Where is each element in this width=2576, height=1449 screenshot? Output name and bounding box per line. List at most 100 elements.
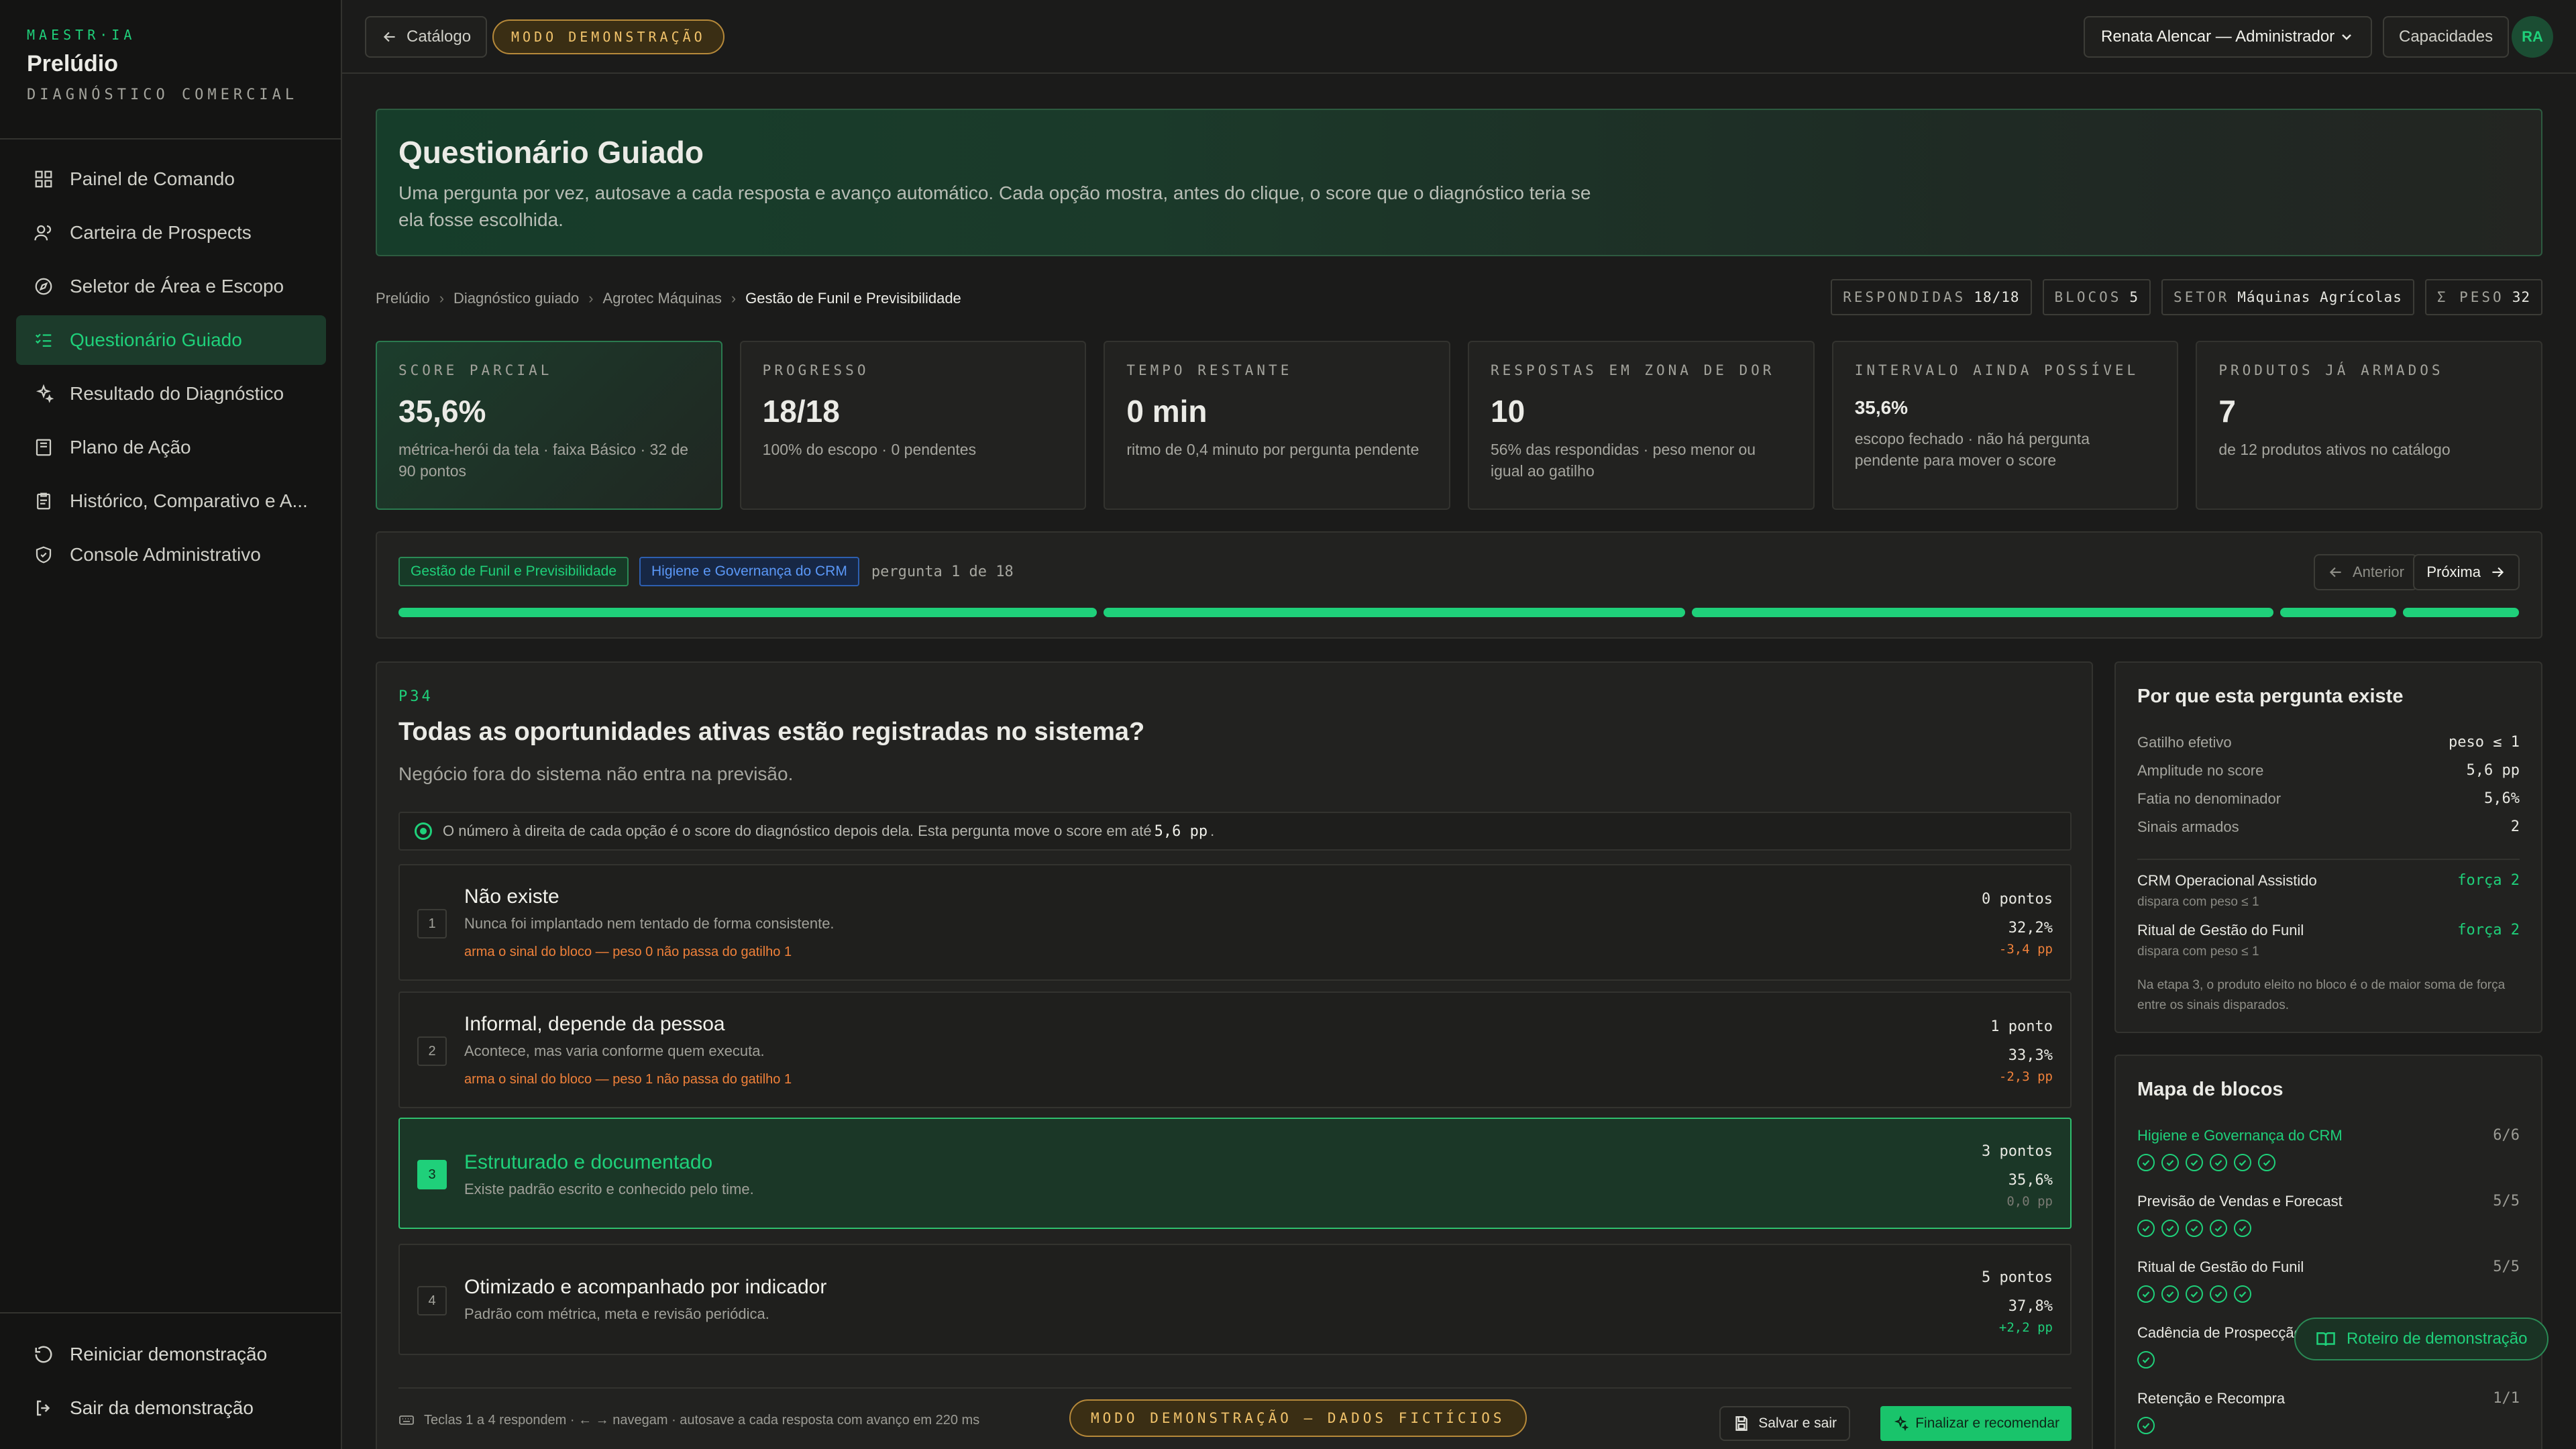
summary-chip: Σ PESO 32 (2424, 279, 2542, 315)
tag-current-block[interactable]: Gestão de Funil e Previsibilidade (398, 557, 629, 586)
sparkles-icon (1894, 1415, 1909, 1432)
block-map-item[interactable]: Ritual de Gestão do Funil 5/5 (2137, 1258, 2520, 1303)
kpi-value: 0 min (1126, 394, 1208, 429)
sparkles-icon (36, 384, 54, 403)
breadcrumb-item[interactable]: Agrotec Máquinas (603, 290, 722, 307)
why-metric-value: peso ≤ 1 (2449, 734, 2520, 751)
finish-and-recommend-button[interactable]: Finalizar e recomendar (1880, 1406, 2072, 1441)
brand-title: Prelúdio (27, 51, 119, 76)
kpi-value: 7 (2218, 394, 2236, 429)
option-description: Acontece, mas varia conforme quem execut… (464, 1042, 765, 1059)
kpi-label: SCORE PARCIAL (398, 362, 553, 378)
sidebar-item-seletor-de-rea-e-escopo[interactable]: Seletor de Área e Escopo (16, 262, 326, 311)
block-header: Previsão de Vendas e Forecast 5/5 (2137, 1193, 2520, 1210)
breadcrumb-item[interactable]: Prelúdio (376, 290, 430, 307)
signal-name: CRM Operacional Assistido (2137, 872, 2317, 889)
sidebar-item-label: Questionário Guiado (70, 329, 242, 350)
sidebar-item-painel-de-comando[interactable]: Painel de Comando (16, 154, 326, 204)
progress-segment (2403, 608, 2519, 617)
restart-demo-button[interactable]: Reiniciar demonstração (16, 1330, 326, 1379)
kpi-row: SCORE PARCIAL 35,6% métrica-herói da tela … (376, 341, 2543, 510)
option-points: 0 pontos (1982, 891, 2053, 908)
exit-demo-button[interactable]: Sair da demonstração (16, 1383, 326, 1433)
kpi-subtext: ritmo de 0,4 minuto por pergunta pendent… (1126, 441, 1419, 458)
users-icon (34, 225, 52, 241)
why-metric-row: Sinais armados 2 (2137, 818, 2520, 836)
kpi-card: INTERVALO AINDA POSSÍVEL 35,6% escopo fech… (1831, 341, 2179, 510)
chip-value: 18/18 (1974, 289, 2020, 305)
check-circle-icon (2186, 1285, 2203, 1303)
option-signal-warning: arma o sinal do bloco — peso 1 não passa… (464, 1072, 792, 1087)
previous-button[interactable]: Anterior (2313, 554, 2418, 590)
progress-segment (2280, 608, 2396, 617)
option-resulting-score: 37,8% (2008, 1298, 2053, 1315)
option-number: 4 (417, 1286, 447, 1316)
answer-option[interactable]: 3 Estruturado e documentado Existe padrão … (398, 1118, 2072, 1229)
option-title: Estruturado e documentado (464, 1151, 713, 1173)
why-divider (2137, 859, 2520, 860)
kpi-subtext: 56% das respondidas · peso menor ou igua… (1491, 441, 1756, 480)
sidebar-item-hist-rico-comparativo-e-a[interactable]: Histórico, Comparativo e A... (16, 476, 326, 526)
answer-option[interactable]: 1 Não existe Nunca foi implantado nem tent… (398, 864, 2072, 981)
option-title: Informal, depende da pessoa (464, 1013, 725, 1035)
kpi-value: 18/18 (762, 394, 840, 429)
option-description: Existe padrão escrito e conhecido pelo t… (464, 1181, 754, 1197)
block-name: Previsão de Vendas e Forecast (2137, 1193, 2343, 1210)
block-header: Ritual de Gestão do Funil 5/5 (2137, 1258, 2520, 1276)
question-id: P34 (398, 688, 433, 705)
block-map-item[interactable]: Higiene e Governança do CRM 6/6 (2137, 1127, 2520, 1171)
save-and-exit-label: Salvar e sair (1758, 1415, 1837, 1431)
why-metric-value: 2 (2510, 818, 2520, 835)
option-description: Nunca foi implantado nem tentado de form… (464, 915, 835, 932)
block-name: Ritual de Gestão do Funil (2137, 1258, 2304, 1275)
signal-row: Ritual de Gestão do Funil força 2 (2137, 922, 2520, 939)
answer-option[interactable]: 2 Informal, depende da pessoa Acontece, ma… (398, 991, 2072, 1108)
block-map-item[interactable]: Previsão de Vendas e Forecast 5/5 (2137, 1193, 2520, 1237)
why-metric-row: Fatia no denominador 5,6% (2137, 790, 2520, 808)
sidebar-item-resultado-do-diagn-stico[interactable]: Resultado do Diagnóstico (16, 369, 326, 419)
user-role-value: Renata Alencar — Administrador (2101, 28, 2335, 46)
finish-label: Finalizar e recomendar (1915, 1415, 2059, 1431)
sidebar-item-question-rio-guiado[interactable]: Questionário Guiado (16, 315, 326, 365)
signal-force: força 2 (2457, 922, 2520, 938)
breadcrumb-item[interactable]: Diagnóstico guiado (453, 290, 579, 307)
avatar[interactable]: RA (2512, 16, 2553, 58)
sidebar-item-console-administrativo[interactable]: Console Administrativo (16, 530, 326, 580)
sidebar-divider-bottom (0, 1312, 341, 1313)
check-circle-icon (2234, 1154, 2251, 1171)
why-metric-label: Fatia no denominador (2137, 790, 2282, 807)
signal-row: CRM Operacional Assistido força 2 (2137, 872, 2520, 890)
progress-segment (1692, 608, 2273, 617)
sidebar-item-carteira-de-prospects[interactable]: Carteira de Prospects (16, 208, 326, 258)
option-score-delta: +2,2 pp (1998, 1320, 2053, 1335)
demo-script-button[interactable]: Roteiro de demonstração (2294, 1318, 2549, 1360)
why-metric-value: 5,6 pp (2466, 762, 2520, 779)
sidebar-item-label: Console Administrativo (70, 544, 261, 565)
save-and-exit-button[interactable]: Salvar e sair (1719, 1406, 1850, 1441)
user-role-select[interactable]: Renata Alencar — Administrador (2084, 16, 2372, 58)
answer-option[interactable]: 4 Otimizado e acompanhado por indicador Pa… (398, 1244, 2072, 1355)
score-hint-banner: O número à direita de cada opção é o sco… (398, 812, 2072, 851)
kpi-label: PROGRESSO (762, 362, 869, 378)
check-circle-icon (2161, 1154, 2179, 1171)
demo-data-badge: MODO DEMONSTRAÇÃO — DADOS FICTÍCIOS (1069, 1399, 1527, 1437)
option-description: Padrão com métrica, meta e revisão perió… (464, 1305, 769, 1322)
check-circle-icon (2137, 1154, 2155, 1171)
sidebar-item-plano-de-a-o[interactable]: Plano de Ação (16, 423, 326, 472)
tag-next-block[interactable]: Higiene e Governança do CRM (639, 557, 859, 586)
block-map-item[interactable]: Retenção e Recompra 1/1 (2137, 1390, 2520, 1434)
topbar: Catálogo MODO DEMONSTRAÇÃO Renata Alenca… (342, 0, 2576, 74)
check-circle-icon (2137, 1417, 2155, 1434)
next-button[interactable]: Próxima (2413, 554, 2520, 590)
back-to-catalog-button[interactable]: Catálogo (365, 16, 488, 58)
option-score-preview: 0 pontos 32,2% -3,4 pp (1982, 891, 2053, 957)
block-name: Cadência de Prospecção (2137, 1324, 2302, 1341)
summary-chips: RESPONDIDAS 18/18 BLOCOS 5 SETOR Máquinas Agr… (1831, 279, 2542, 315)
option-score-delta: -3,4 pp (1998, 942, 2053, 957)
book-icon (36, 439, 52, 456)
chip-value: Máquinas Agrícolas (2237, 289, 2402, 305)
why-metric-label: Gatilho efetivo (2137, 734, 2232, 751)
option-resulting-score: 35,6% (2008, 1172, 2053, 1189)
kpi-card: RESPOSTAS EM ZONA DE DOR 10 56% das respon… (1468, 341, 1815, 510)
capabilities-button[interactable]: Capacidades (2383, 16, 2510, 58)
